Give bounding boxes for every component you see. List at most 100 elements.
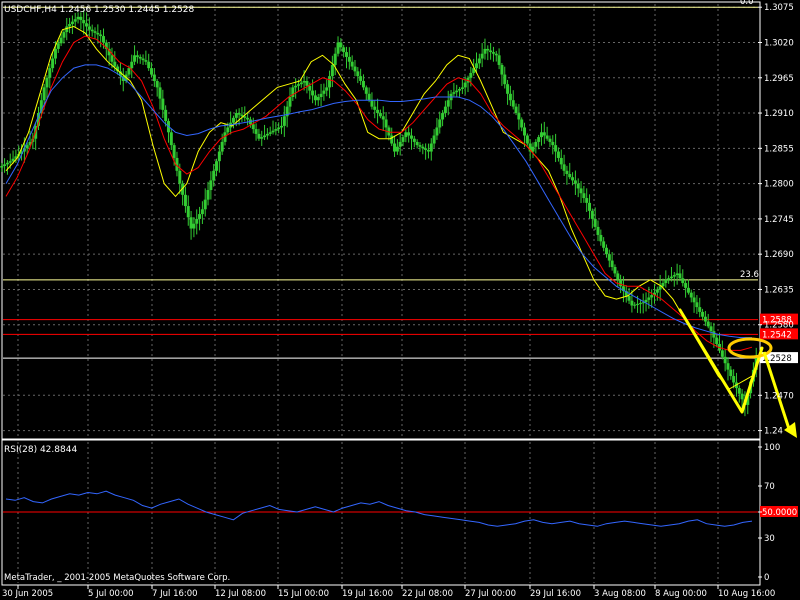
rsi-title: RSI(28) 42.8844 (4, 445, 77, 455)
candle-body (183, 194, 187, 207)
candle-body (79, 16, 83, 21)
candle-body (590, 210, 594, 219)
candle-body (101, 36, 105, 43)
candle-body (686, 287, 690, 293)
candle-body (217, 151, 221, 162)
candle-body (333, 53, 337, 65)
candle-body (602, 241, 606, 248)
candle-body (330, 64, 334, 77)
time-tick-label: 12 Jul 08:00 (215, 589, 266, 599)
chart-title: USDCHF,H4 1.2456 1.2530 1.2445 1.2528 (4, 5, 194, 15)
candle-body (8, 161, 12, 163)
candle-body (195, 218, 199, 224)
candle-body (308, 85, 312, 91)
candle-body (511, 100, 515, 107)
candle-body (206, 190, 210, 200)
candle-body (82, 20, 86, 24)
candle-body (186, 206, 190, 218)
rsi-tick-label: 0 (764, 573, 769, 583)
candle-body (619, 279, 623, 287)
candle-body (87, 26, 91, 30)
candle-body (161, 98, 165, 110)
candle-body (531, 146, 535, 152)
candle-body (127, 68, 131, 75)
candle-body (268, 132, 272, 134)
candle-body (302, 80, 306, 83)
candle-body (85, 23, 89, 27)
candle-body (712, 331, 716, 338)
candle-body (523, 127, 527, 136)
candle-body (319, 93, 323, 98)
candle-body (542, 132, 546, 136)
candle-body (579, 188, 583, 194)
candle-body (460, 87, 464, 89)
time-tick-label: 27 Jul 00:00 (465, 589, 516, 599)
candle-body (585, 198, 589, 203)
candle-body (723, 356, 727, 364)
candle-body (59, 37, 63, 44)
candle-body (76, 16, 80, 20)
candle-body (376, 109, 380, 114)
candle-body (418, 145, 422, 147)
metatrader-chart[interactable]: 0.023.61.25881.25421.2528 1.30751.30201.… (0, 0, 800, 600)
candle-body (610, 260, 614, 268)
candle-body (664, 279, 668, 284)
candle-body (593, 218, 597, 227)
candle-body (701, 311, 705, 317)
candle-body (226, 127, 230, 133)
candle-body (520, 119, 524, 128)
candle-body (432, 135, 436, 144)
candle-body (607, 254, 611, 261)
candle-body (212, 170, 216, 181)
candle-body (209, 180, 213, 191)
candle-body (316, 97, 320, 101)
candle-body (407, 132, 411, 136)
price-tick-label: 1.3075 (764, 3, 794, 13)
candle-body (254, 129, 258, 134)
candle-body (669, 276, 673, 279)
candle-body (573, 180, 577, 184)
time-tick-label: 10 Aug 16:00 (718, 589, 775, 599)
price-tick-label: 1.24 (764, 427, 783, 437)
time-tick-label: 15 Jul 00:00 (278, 589, 329, 599)
candle-body (638, 303, 642, 305)
candle-body (381, 116, 385, 120)
candle-body (503, 74, 507, 85)
candle-body (299, 82, 303, 85)
candle-body (565, 170, 569, 174)
candle-body (70, 21, 74, 25)
candle-body (548, 138, 552, 142)
candle-body (192, 223, 196, 229)
candle-body (152, 74, 156, 81)
candle-body (692, 297, 696, 303)
candle-body (703, 316, 707, 322)
candle-body (215, 161, 219, 171)
candle-body (489, 50, 493, 53)
candle-body (604, 247, 608, 255)
candle-body (353, 66, 357, 72)
candle-body (616, 273, 620, 280)
candle-body (443, 106, 447, 114)
candle-body (469, 72, 473, 78)
candle-body (93, 31, 97, 33)
candle-body (720, 350, 724, 357)
candle-body (506, 84, 510, 94)
candle-body (404, 132, 408, 138)
candle-body (263, 135, 267, 138)
candle-body (438, 119, 442, 128)
candle-body (325, 87, 329, 91)
time-tick-label: 19 Jul 16:00 (342, 589, 393, 599)
candle-body (582, 193, 586, 199)
candle-body (596, 226, 600, 235)
price-tick-label: 1.2910 (764, 109, 794, 119)
candle-body (178, 170, 182, 184)
candle-body (336, 42, 340, 54)
candle-body (715, 337, 719, 344)
candle-body (257, 133, 261, 139)
candle-body (141, 58, 145, 61)
candle-body (203, 199, 207, 210)
candle-body (706, 321, 710, 327)
candle-body (246, 117, 250, 120)
candle-body (393, 143, 397, 152)
candle-body (435, 127, 439, 136)
